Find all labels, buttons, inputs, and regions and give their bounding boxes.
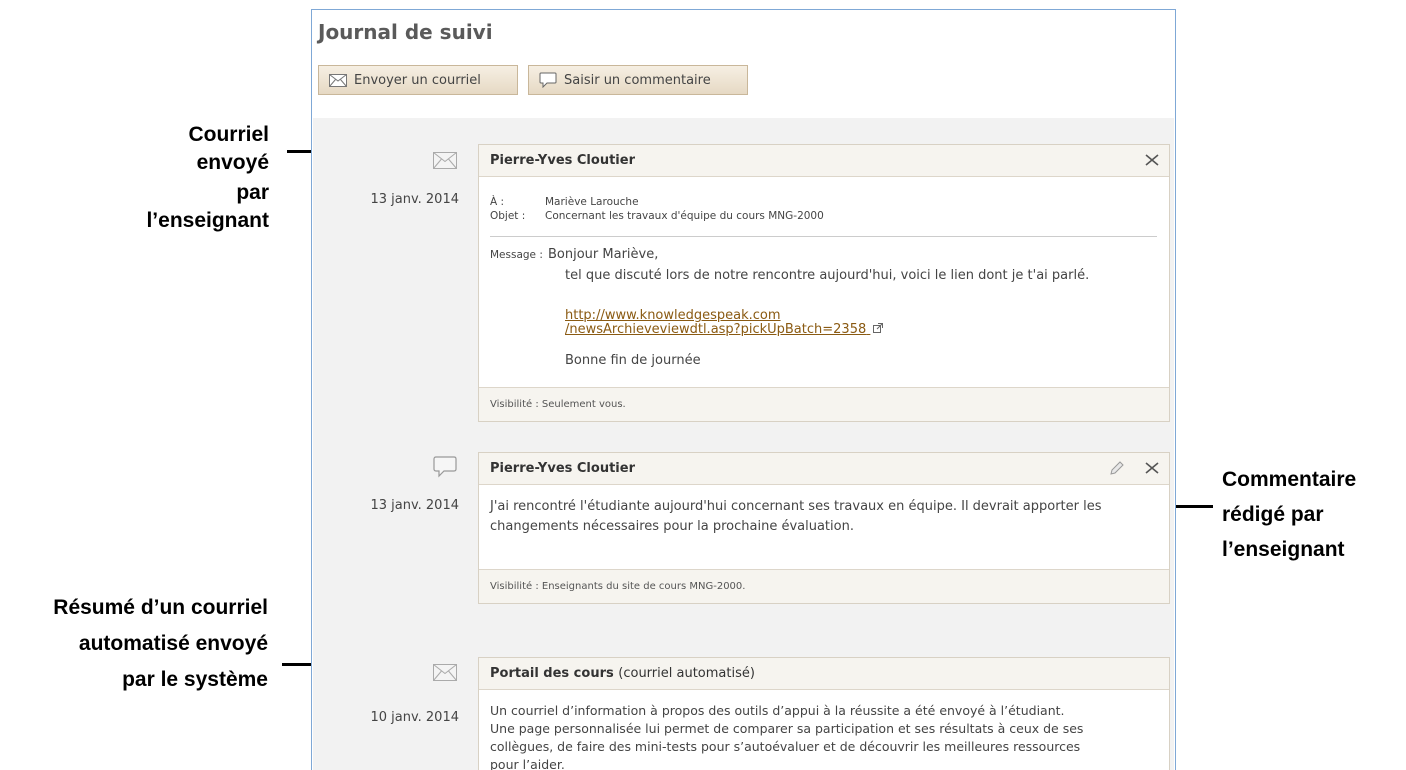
external-link-icon: [873, 323, 884, 333]
author-name: Portail des cours: [490, 666, 614, 681]
callout-line: par l’enseignant: [146, 181, 269, 232]
journal-list: 13 janv. 2014 Pierre-Yves Cloutier À : M…: [313, 118, 1174, 770]
send-email-label: Envoyer un courriel: [354, 72, 481, 88]
envelope-icon: [433, 664, 457, 681]
message-link[interactable]: http://www.knowledgespeak.com /newsArchi…: [565, 308, 870, 337]
callout-line: rédigé par: [1222, 503, 1324, 526]
callout-line: Résumé d’un courriel: [53, 596, 268, 619]
message-body: tel que discuté lors de notre rencontre …: [565, 268, 1090, 283]
message-greeting: Bonjour Mariève,: [548, 247, 659, 262]
callout-auto-email: Résumé d’un courriel automatisé envoyé p…: [8, 590, 268, 698]
callout-email-sent: Courriel envoyé par l’enseignant: [123, 121, 269, 235]
envelope-icon: [329, 73, 347, 87]
to-label: À :: [490, 196, 505, 208]
visibility-bar: Visibilité : Enseignants du site de cour…: [479, 569, 1169, 603]
pencil-icon: [1110, 461, 1124, 475]
author-suffix: (courriel automatisé): [618, 666, 755, 681]
callout-comment: Commentaire rédigé par l’enseignant: [1222, 462, 1356, 567]
speech-bubble-icon: [433, 456, 457, 478]
entry-author: Pierre-Yves Cloutier: [490, 153, 635, 168]
callout-line: Commentaire: [1222, 468, 1357, 491]
speech-bubble-icon: [539, 72, 557, 88]
to-value: Mariève Larouche: [545, 196, 639, 208]
callout-line: par le système: [122, 668, 268, 691]
add-comment-button[interactable]: Saisir un commentaire: [528, 65, 748, 95]
message-label: Message :: [490, 249, 543, 261]
close-icon: [1145, 462, 1159, 474]
comment-body: J'ai rencontré l'étudiante aujourd'hui c…: [490, 499, 1102, 534]
visibility-text: Visibilité : Seulement vous.: [490, 399, 626, 410]
callout-line: automatisé envoyé: [78, 632, 268, 655]
auto-email-summary: Un courriel d’information à propos des o…: [490, 703, 1084, 770]
entry-header: Pierre-Yves Cloutier: [479, 453, 1169, 485]
link-line-2: /newsArchieveviewdtl.asp?pickUpBatch=235…: [565, 322, 867, 337]
link-line-1: http://www.knowledgespeak.com: [565, 308, 781, 323]
callout-line: Courriel envoyé: [188, 123, 269, 174]
entry-card: Pierre-Yves Cloutier J'ai rencontré l'ét…: [478, 452, 1170, 604]
subject-value: Concernant les travaux d'équipe du cours…: [545, 210, 824, 222]
entry-header: Pierre-Yves Cloutier: [479, 145, 1169, 177]
email-header-fields: À : Mariève Larouche Objet : Concernant …: [490, 196, 1157, 237]
add-comment-label: Saisir un commentaire: [564, 72, 711, 88]
entry-card: Pierre-Yves Cloutier À : Mariève Larouch…: [478, 144, 1170, 422]
close-icon: [1145, 154, 1159, 166]
visibility-text: Visibilité : Enseignants du site de cour…: [490, 581, 746, 592]
subject-label: Objet :: [490, 210, 526, 222]
entry-date: 10 janv. 2014: [370, 710, 459, 725]
message-link-block: http://www.knowledgespeak.com /newsArchi…: [565, 308, 884, 337]
message-closing: Bonne fin de journée: [565, 353, 701, 368]
envelope-icon: [433, 152, 457, 169]
entry-author: Portail des cours (courriel automatisé): [490, 666, 755, 681]
entry-date: 13 janv. 2014: [370, 192, 459, 207]
entry-header: Portail des cours (courriel automatisé): [479, 658, 1169, 690]
delete-button[interactable]: [1140, 149, 1164, 171]
entry-date: 13 janv. 2014: [370, 498, 459, 513]
entry-card: Portail des cours (courriel automatisé) …: [478, 657, 1170, 770]
send-email-button[interactable]: Envoyer un courriel: [318, 65, 518, 95]
page-title: Journal de suivi: [318, 20, 493, 44]
edit-button[interactable]: [1105, 457, 1129, 479]
callout-line: l’enseignant: [1222, 538, 1345, 561]
delete-button[interactable]: [1140, 457, 1164, 479]
visibility-bar: Visibilité : Seulement vous.: [479, 387, 1169, 421]
journal-panel: Journal de suivi Envoyer un courriel Sai…: [311, 9, 1176, 770]
entry-author: Pierre-Yves Cloutier: [490, 461, 635, 476]
